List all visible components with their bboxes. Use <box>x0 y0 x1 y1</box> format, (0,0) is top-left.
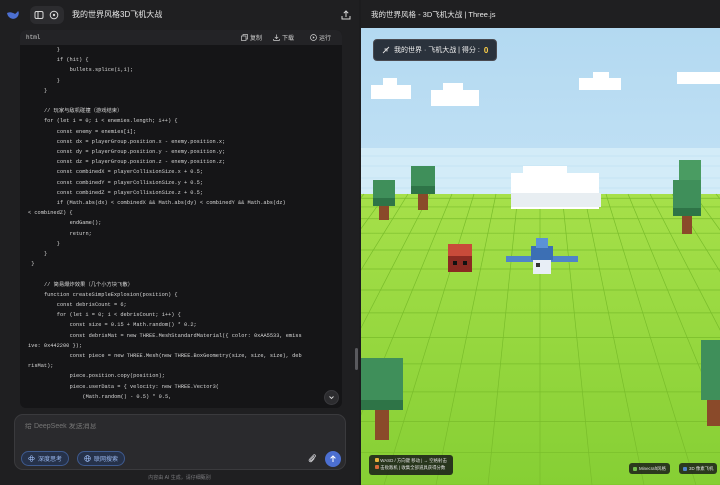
score-hud: 我的世界 · 飞机大战 | 得分 : 0 <box>373 39 498 61</box>
code-line: } <box>44 87 48 94</box>
download-label: 下载 <box>282 36 295 42</box>
code-line: } <box>56 77 60 84</box>
code-line: for (let i = 0; i < enemies.length; i++)… <box>44 118 178 125</box>
run-button[interactable]: 运行 <box>310 33 331 42</box>
code-line: piece.position.copy(position); <box>69 373 165 380</box>
cloud <box>677 72 720 84</box>
code-line: const debrisMat = new THREE.MeshStandard… <box>69 332 302 339</box>
code-line: const combinedZ = playerCollisionSize.z … <box>56 189 204 196</box>
enemy-block <box>448 244 472 272</box>
web-search-label: 联网搜索 <box>94 457 119 463</box>
copy-button[interactable]: 复制 <box>241 33 262 42</box>
code-line: ive: 0x442200 }); <box>28 342 83 349</box>
style-tag: Minecraft风格 <box>629 463 670 474</box>
copy-icon <box>241 34 248 41</box>
hud-label: 我的世界 · 飞机大战 | 得分 : <box>394 47 480 54</box>
controls-line-1: WASD / 方向键 移动 | → 空格射击 <box>375 457 447 464</box>
conversation-title: 我的世界风格3D飞机大战 <box>72 10 163 19</box>
code-line: if (Math.abs(dx) < combinedX && Math.abs… <box>56 200 286 206</box>
top-bar: 我的世界风格3D飞机大战 <box>0 0 359 30</box>
tree <box>679 160 701 180</box>
code-line: piece.userData = { velocity: new THREE.V… <box>69 383 219 390</box>
code-language-label: html <box>26 34 41 41</box>
code-line: for (let i = 0; i < debrisCount; i++) { <box>56 312 181 319</box>
code-line: return; <box>69 230 92 237</box>
plane-icon <box>382 46 390 54</box>
code-line: } <box>56 47 60 53</box>
app-window: 我的世界风格3D飞机大战 html 复制 下载 运行} if (hit) {… <box>0 0 720 485</box>
chat-panel: 我的世界风格3D飞机大战 html 复制 下载 运行} if (hit) {… <box>0 0 359 485</box>
ground-plane <box>361 194 720 485</box>
code-line: if (hit) { <box>56 57 89 64</box>
code-header: html 复制 下载 运行 <box>20 30 342 45</box>
copy-label: 复制 <box>250 36 263 42</box>
code-line: } <box>56 240 60 247</box>
atom-icon <box>28 455 35 462</box>
score-value: 0 <box>483 45 489 55</box>
controls-line-2: 击败敌机 | 收集全部道具获得分数 <box>375 464 447 471</box>
code-line: < combinedZ) { <box>28 210 73 217</box>
download-icon <box>273 34 280 41</box>
sidebar-toggle-icon[interactable] <box>31 7 47 23</box>
pixel-plane-tag: 3D 像素飞机 <box>679 463 718 474</box>
scrollbar-thumb[interactable] <box>355 348 358 370</box>
code-line: const dz = playerGroup.position.z - enem… <box>56 159 226 166</box>
code-line: const piece = new THREE.Mesh(new THREE.B… <box>69 353 302 359</box>
paperclip-icon[interactable] <box>307 453 317 464</box>
code-line: const enemy = enemies[i]; <box>56 128 137 135</box>
game-scene <box>361 28 720 485</box>
ai-disclaimer: 内容由 AI 生成，请仔细甄别 <box>148 475 211 481</box>
code-line: const combinedX = playerCollisionSize.x … <box>56 169 204 176</box>
deep-think-button[interactable]: 深度思考 <box>21 451 70 466</box>
code-line: (Math.random() - 0.5) * 0.5, <box>82 393 172 400</box>
code-line: } <box>31 261 35 268</box>
deep-think-label: 深度思考 <box>38 457 63 463</box>
code-line: function createSimpleExplosion(position)… <box>44 291 178 298</box>
arrow-up-icon <box>330 455 336 462</box>
code-line: risMat); <box>28 363 54 370</box>
code-line: endGame(); <box>69 220 102 227</box>
code-line: const debrisCount = 6; <box>56 302 127 308</box>
code-line: const dy = playerGroup.position.y - enem… <box>56 149 226 155</box>
code-line: } <box>44 251 48 257</box>
code-content: } if (hit) { bullets.splice(i,1);}} // 玩家与敌… <box>20 45 342 408</box>
deepseek-logo-icon[interactable] <box>6 8 20 22</box>
send-button[interactable] <box>325 451 341 467</box>
code-line: bullets.splice(i,1); <box>69 67 134 74</box>
code-line: // 简易爆炸效果（几个小方块飞散） <box>44 281 133 288</box>
code-line: const combinedY = playerCollisionSize.y … <box>56 179 204 186</box>
globe-icon <box>84 455 91 462</box>
share-icon[interactable] <box>340 9 352 21</box>
download-button[interactable]: 下载 <box>273 33 294 42</box>
code-line: const dx = playerGroup.position.x - enem… <box>56 138 226 145</box>
code-block: html 复制 下载 运行 } if (hit) { bullets.splice(… <box>20 30 342 408</box>
web-search-button[interactable]: 联网搜索 <box>77 451 126 466</box>
new-chat-icon[interactable] <box>46 7 62 23</box>
chevron-down-icon <box>329 396 334 400</box>
run-icon <box>310 34 317 41</box>
preview-title: 我的世界风格 - 3D飞机大战 | Three.js <box>371 10 496 19</box>
run-label: 运行 <box>319 36 332 42</box>
scroll-down-button[interactable] <box>324 390 339 405</box>
message-input[interactable] <box>25 423 325 430</box>
code-line: const size = 0.15 + Math.random() * 0.2; <box>69 322 197 329</box>
game-canvas[interactable]: 我的世界 · 飞机大战 | 得分 : 0 WASD / 方向键 移动 | → 空… <box>361 28 720 485</box>
chat-input-box: 深度思考 联网搜索 <box>14 414 346 470</box>
code-line: // 玩家与敌机碰撞（游戏结束） <box>44 108 123 115</box>
controls-hint: WASD / 方向键 移动 | → 空格射击 击败敌机 | 收集全部道具获得分数 <box>369 455 453 475</box>
